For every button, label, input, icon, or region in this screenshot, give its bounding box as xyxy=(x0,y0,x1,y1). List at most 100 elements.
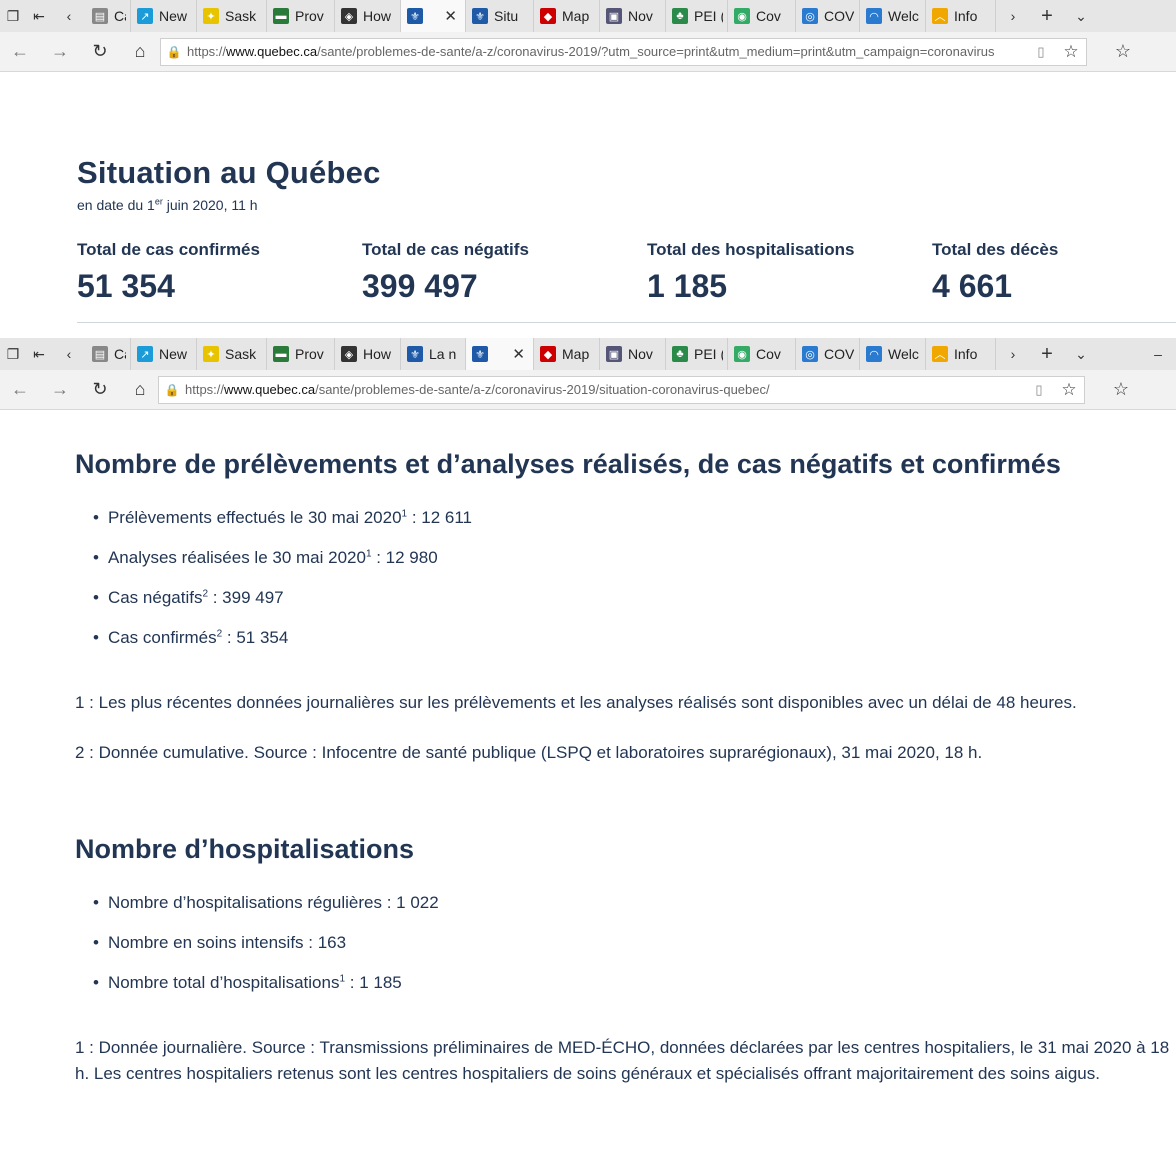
date-prefix: en date du 1 xyxy=(77,197,155,213)
browser-tab[interactable]: ♣ PEI ( xyxy=(666,338,728,370)
welc-favicon-icon: ◠ xyxy=(866,8,882,24)
home-icon[interactable]: ⌂ xyxy=(120,370,160,410)
stat-value: 399 497 xyxy=(362,268,478,304)
browser-tab[interactable]: ◠ Welc xyxy=(860,0,926,32)
browser-tab[interactable]: ⚜ ✕ xyxy=(401,0,466,32)
footnote-1: 1 : Les plus récentes données journalièr… xyxy=(75,693,1077,712)
browser-tab[interactable]: ︿ Info xyxy=(926,338,996,370)
stat-value: 4 661 xyxy=(932,268,1013,304)
address-bar-row: ← → ↻ ⌂ 🔒 https://www.quebec.ca/sante/pr… xyxy=(0,370,1176,410)
browser-tab[interactable]: ◎ COV xyxy=(796,338,860,370)
stat-label: Total des décès xyxy=(932,240,1059,259)
browser-tab[interactable]: ▣ Nov xyxy=(600,0,666,32)
browser-tab[interactable]: ▤ Case xyxy=(86,338,131,370)
tab-list-chevron-icon[interactable]: ⌄ xyxy=(1064,0,1098,32)
url-field[interactable]: 🔒 https://www.quebec.ca/sante/problemes-… xyxy=(160,37,1087,66)
tab-actions-icon[interactable]: ❐ xyxy=(0,0,26,32)
close-tab-icon[interactable]: ✕ xyxy=(508,345,529,363)
url-path: /sante/problemes-de-sante/a-z/coronaviru… xyxy=(317,44,995,59)
refresh-icon[interactable]: ↻ xyxy=(80,32,120,72)
favorite-star-icon[interactable]: ☆ xyxy=(1054,380,1084,400)
tab-label: Cov xyxy=(756,8,781,24)
browser-tab[interactable]: ⚜ Situ xyxy=(466,0,534,32)
set-aside-tabs-icon[interactable]: ⇤ xyxy=(26,0,52,32)
tab-label: Info xyxy=(954,8,978,24)
quebec-favicon-icon: ⚜ xyxy=(407,8,423,24)
analyses-heading: Nombre de prélèvements et d’analyses réa… xyxy=(75,449,1061,479)
chart-favicon-icon: ↗ xyxy=(137,346,153,362)
browser-tab[interactable]: ✦ Sask xyxy=(197,338,267,370)
url-prefix: https:// xyxy=(185,382,225,397)
tab-label: Map xyxy=(562,8,590,24)
tab-label: How xyxy=(363,8,392,24)
scroll-tabs-right-icon[interactable]: › xyxy=(996,338,1030,370)
favorites-list-icon[interactable]: ☆ xyxy=(1101,370,1141,410)
tab-label: La n xyxy=(429,346,457,362)
browser-tab[interactable]: ⚜ ✕ xyxy=(466,338,534,370)
browser-tab[interactable]: ︿ Info xyxy=(926,0,996,32)
browser-tab[interactable]: ▬ Prov xyxy=(267,0,335,32)
scroll-tabs-right-icon[interactable]: › xyxy=(996,0,1030,32)
browser-tab[interactable]: ▤ Case xyxy=(86,0,131,32)
forward-icon[interactable]: → xyxy=(40,370,80,410)
nov-favicon-icon: ▣ xyxy=(606,346,622,362)
browser-tab[interactable]: ♣ PEI ( xyxy=(666,0,728,32)
browser-tab[interactable]: ▣ Nov xyxy=(600,338,666,370)
stat-label: Total de cas confirmés xyxy=(77,240,260,259)
url-host: www.quebec.ca xyxy=(224,382,316,397)
browser-tab[interactable]: ◎ COV xyxy=(796,0,860,32)
browser-tab[interactable]: ⚜ La n xyxy=(401,338,466,370)
tab-list-chevron-icon[interactable]: ⌄ xyxy=(1064,338,1098,370)
back-icon[interactable]: ← xyxy=(0,370,40,410)
info-favicon-icon: ︿ xyxy=(932,8,948,24)
scroll-tabs-left-icon[interactable]: ‹ xyxy=(52,338,86,370)
tab-strip: ▤Case↗New✦Sask▬Prov◈How⚜✕⚜Situ◆Map▣Nov♣P… xyxy=(86,0,996,32)
browser-tab[interactable]: ✦ Sask xyxy=(197,0,267,32)
browser-tab[interactable]: ◆ Map xyxy=(534,338,600,370)
tab-label: Nov xyxy=(628,346,653,362)
divider xyxy=(77,322,1176,323)
date-suffix: juin 2020, 11 h xyxy=(162,197,258,213)
browser-tab[interactable]: ◉ Cov xyxy=(728,338,796,370)
quebec-favicon-icon: ⚜ xyxy=(472,8,488,24)
hospital-footnote: 1 : Donnée journalière. Source : Transmi… xyxy=(75,1038,1170,1083)
new-tab-icon[interactable]: + xyxy=(1030,0,1064,32)
item-text: Analyses réalisées le 30 mai 2020 xyxy=(107,548,366,567)
list-item: Cas négatifs2 : 399 497 xyxy=(93,588,472,628)
minimize-icon[interactable]: – xyxy=(1140,338,1176,370)
set-aside-tabs-icon[interactable]: ⇤ xyxy=(26,338,52,370)
favorites-list-icon[interactable]: ☆ xyxy=(1103,32,1143,72)
stat-value: 1 185 xyxy=(647,268,728,304)
browser-tab[interactable]: ↗ New xyxy=(131,338,197,370)
browser-tab[interactable]: ◉ Cov xyxy=(728,0,796,32)
browser-tab[interactable]: ↗ New xyxy=(131,0,197,32)
tab-actions-icon[interactable]: ❐ xyxy=(0,338,26,370)
browser-tab[interactable]: ◈ How xyxy=(335,0,401,32)
stat-hospitalisations: Total des hospitalisations 1 185 xyxy=(647,240,927,305)
new-tab-icon[interactable]: + xyxy=(1030,338,1064,370)
tab-label: How xyxy=(363,346,392,362)
refresh-icon[interactable]: ↻ xyxy=(80,370,120,410)
browser-tab[interactable]: ◆ Map xyxy=(534,0,600,32)
browser-tab[interactable]: ◈ How xyxy=(335,338,401,370)
url-field[interactable]: 🔒 https://www.quebec.ca/sante/problemes-… xyxy=(158,375,1085,404)
browser-tab[interactable]: ◠ Welc xyxy=(860,338,926,370)
list-item: Cas confirmés2 : 51 354 xyxy=(93,628,472,668)
list-item: Nombre total d’hospitalisations1 : 1 185 xyxy=(93,973,439,1013)
browser-window-second: ❐ ⇤ ‹ ▤Case↗New✦Sask▬Prov◈How⚜La n⚜✕◆Map… xyxy=(0,338,1176,410)
item-value: : 12 980 xyxy=(371,548,438,567)
tab-label: PEI ( xyxy=(694,346,723,362)
close-tab-icon[interactable]: ✕ xyxy=(440,7,461,25)
back-icon[interactable]: ← xyxy=(0,32,40,72)
item-value: : 51 354 xyxy=(222,628,289,647)
reading-view-icon[interactable]: ▯ xyxy=(1026,44,1056,60)
favorite-star-icon[interactable]: ☆ xyxy=(1056,42,1086,62)
home-icon[interactable]: ⌂ xyxy=(120,32,160,72)
shield-favicon-icon: ◈ xyxy=(341,8,357,24)
forward-icon[interactable]: → xyxy=(40,32,80,72)
globe-favicon-icon: ◉ xyxy=(734,346,750,362)
lock-icon: 🔒 xyxy=(166,44,182,59)
browser-tab[interactable]: ▬ Prov xyxy=(267,338,335,370)
reading-view-icon[interactable]: ▯ xyxy=(1024,382,1054,398)
scroll-tabs-left-icon[interactable]: ‹ xyxy=(52,0,86,32)
